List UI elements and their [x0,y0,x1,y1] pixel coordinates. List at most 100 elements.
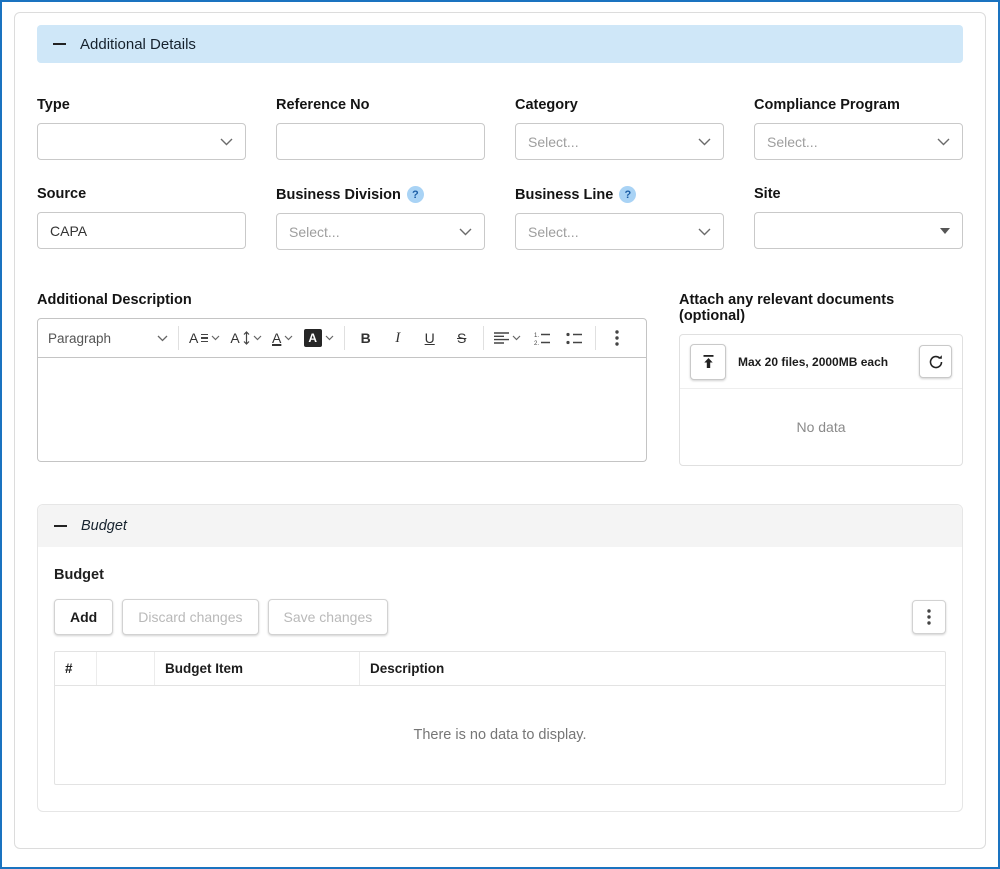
collapse-icon[interactable] [53,43,66,45]
additional-details-header[interactable]: Additional Details [37,25,963,63]
help-icon[interactable] [407,186,424,203]
chevron-down-icon [937,138,950,146]
field-business-division: Business Division Select... [276,186,485,250]
strikethrough-button[interactable]: S [447,323,477,353]
collapse-icon[interactable] [54,525,67,527]
additional-description-editor[interactable] [37,358,647,462]
bold-button[interactable]: B [351,323,381,353]
site-select[interactable] [754,212,963,249]
upload-button[interactable] [690,344,726,380]
background-color-button[interactable]: A [300,323,338,353]
field-compliance-program: Compliance Program Select... [754,97,963,160]
attachments-toolbar: Max 20 files, 2000MB each [680,335,962,389]
font-size-button[interactable]: A [226,323,265,353]
chevron-down-icon [459,228,472,236]
chevron-down-icon [325,335,334,341]
field-source: Source CAPA [37,186,246,250]
kebab-icon [927,609,931,625]
refresh-button[interactable] [919,345,952,378]
budget-grid-label: Budget [54,567,946,583]
save-changes-button[interactable]: Save changes [268,599,389,635]
upload-icon [701,354,716,369]
help-icon[interactable] [619,186,636,203]
italic-button[interactable]: I [383,323,413,353]
toolbar-divider [178,326,179,350]
discard-changes-button[interactable]: Discard changes [122,599,258,635]
rich-text-toolbar: Paragraph A A A [37,318,647,358]
font-color-glyph: A [272,330,281,346]
type-select[interactable] [37,123,246,160]
column-header-blank [97,652,155,685]
field-business-line: Business Line Select... [515,186,724,250]
updown-arrow-icon [243,331,250,345]
chevron-down-icon [512,335,521,341]
section-title: Additional Details [80,36,196,53]
chevron-down-icon [698,138,711,146]
kebab-icon [615,330,619,346]
source-value: CAPA [50,223,87,239]
add-button[interactable]: Add [54,599,113,635]
field-type: Type [37,97,246,160]
compliance-program-label: Compliance Program [754,97,963,113]
compliance-program-placeholder: Select... [767,134,818,150]
budget-table-empty-state: There is no data to display. [55,686,945,784]
attachments-label: Attach any relevant documents (optional) [679,292,963,324]
numbered-list-icon: 1.2. [534,332,550,345]
font-family-lines-icon [201,334,208,343]
toolbar-divider [595,326,596,350]
source-input[interactable]: CAPA [37,212,246,249]
bullet-list-button[interactable] [559,323,589,353]
category-select[interactable]: Select... [515,123,724,160]
site-label: Site [754,186,963,202]
column-header-budget-item: Budget Item [155,652,360,685]
chevron-down-icon [253,335,262,341]
field-category: Category Select... [515,97,724,160]
chevron-down-icon [698,228,711,236]
budget-table-header: # Budget Item Description [55,652,945,686]
chevron-down-icon [284,335,293,341]
toolbar-divider [483,326,484,350]
column-header-description: Description [360,652,945,685]
field-site: Site [754,186,963,250]
field-reference-no: Reference No [276,97,485,160]
align-left-icon [494,332,509,344]
bullet-list-icon [566,332,582,345]
compliance-program-select[interactable]: Select... [754,123,963,160]
font-size-glyph: A [230,330,239,346]
type-label: Type [37,97,246,113]
numbered-list-button[interactable]: 1.2. [527,323,557,353]
budget-table: # Budget Item Description There is no da… [54,651,946,785]
caret-down-icon [940,228,950,234]
budget-menu-button[interactable] [912,600,946,634]
refresh-icon [928,354,944,370]
paragraph-style-dropdown[interactable]: Paragraph [44,323,172,353]
form-grid: Type Reference No Category Select... Com… [37,97,963,250]
underline-button[interactable]: U [415,323,445,353]
attachments-hint: Max 20 files, 2000MB each [738,355,907,369]
business-line-label: Business Line [515,186,724,203]
budget-section-header[interactable]: Budget [38,505,962,547]
additional-details-panel: Additional Details Type Reference No Cat… [14,12,986,849]
budget-card: Budget Budget Add Discard changes Save c… [37,504,963,812]
business-line-label-text: Business Line [515,187,613,203]
toolbar-overflow-button[interactable] [602,323,632,353]
toolbar-divider [344,326,345,350]
alignment-button[interactable] [490,323,525,353]
attachments-panel: Max 20 files, 2000MB each No data [679,334,963,466]
font-family-button[interactable]: A [185,323,224,353]
category-placeholder: Select... [528,134,579,150]
business-division-select[interactable]: Select... [276,213,485,250]
business-division-label-text: Business Division [276,187,401,203]
reference-no-label: Reference No [276,97,485,113]
chevron-down-icon [211,335,220,341]
reference-no-input[interactable] [276,123,485,160]
font-color-button[interactable]: A [268,323,298,353]
budget-content: Budget Add Discard changes Save changes … [38,547,962,811]
attachments-empty-state: No data [680,389,962,465]
chevron-down-icon [157,335,168,342]
budget-toolbar: Add Discard changes Save changes [54,599,946,635]
background-color-glyph: A [304,329,322,347]
svg-text:2.: 2. [534,341,539,345]
business-line-select[interactable]: Select... [515,213,724,250]
business-division-label: Business Division [276,186,485,203]
